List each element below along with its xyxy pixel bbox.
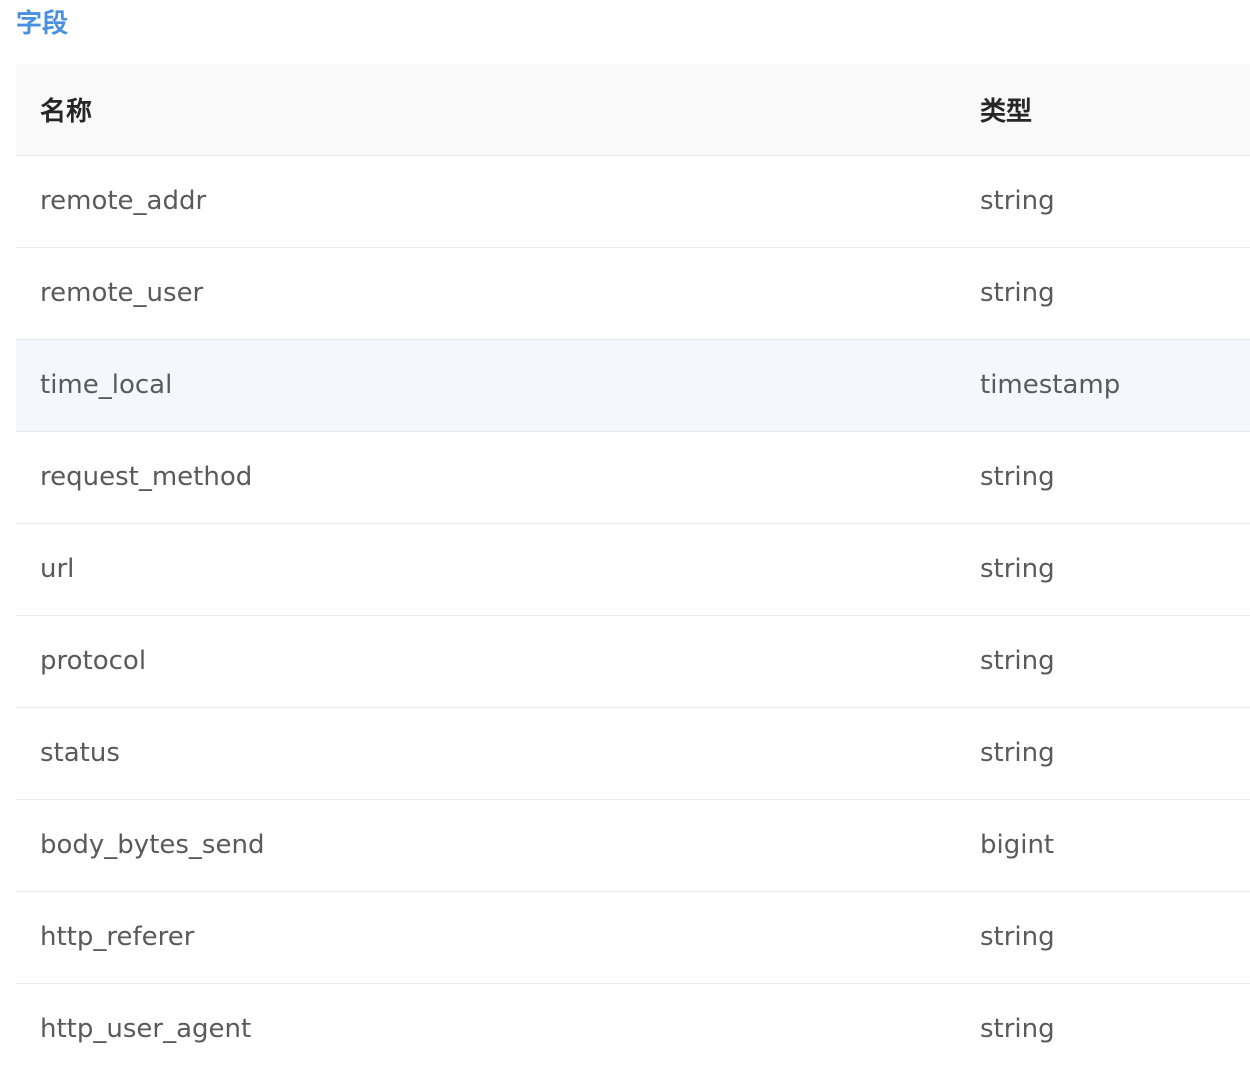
field-type-cell: timestamp [956,339,1250,432]
field-name-cell: time_local [16,339,956,432]
column-header-name: 名称 [16,64,956,156]
field-name-cell: remote_user [16,247,956,340]
field-name-cell: body_bytes_send [16,799,956,892]
table-row: remote_user string [16,247,1250,340]
field-name-cell: url [16,523,956,616]
field-type-cell: string [980,1014,1055,1045]
field-type-cell: string [956,155,1250,248]
table-row: request_method string [16,431,1250,524]
table-row: status string [16,707,1250,800]
section-title: 字段 [16,9,69,39]
field-name-cell: http_referer [16,891,956,984]
table-row: http_user_agent string [16,983,1250,1075]
field-type-cell: string [956,891,1250,984]
field-type-cell: bigint [956,799,1250,892]
column-header-type: 类型 [956,64,1250,156]
field-type-cell: string [956,247,1250,340]
field-name-cell: status [16,707,956,800]
fields-table: 名称 类型 remote_addr string remote_user str… [16,64,1250,1075]
field-name-cell: remote_addr [16,155,956,248]
field-name-cell: protocol [16,615,956,708]
field-type-cell: string [956,707,1250,800]
table-row: http_referer string [16,891,1250,984]
table-row: body_bytes_send bigint [16,799,1250,892]
field-type-cell: string [956,615,1250,708]
table-row-highlighted: time_local timestamp [16,339,1250,432]
table-row: url string [16,523,1250,616]
table-row: remote_addr string [16,155,1250,248]
field-type-cell: string [956,523,1250,616]
field-name-cell: request_method [16,431,956,524]
table-row: protocol string [16,615,1250,708]
field-type-cell: string [956,431,1250,524]
table-header-row: 名称 类型 [16,64,1250,156]
field-name-cell: http_user_agent [40,1014,252,1045]
